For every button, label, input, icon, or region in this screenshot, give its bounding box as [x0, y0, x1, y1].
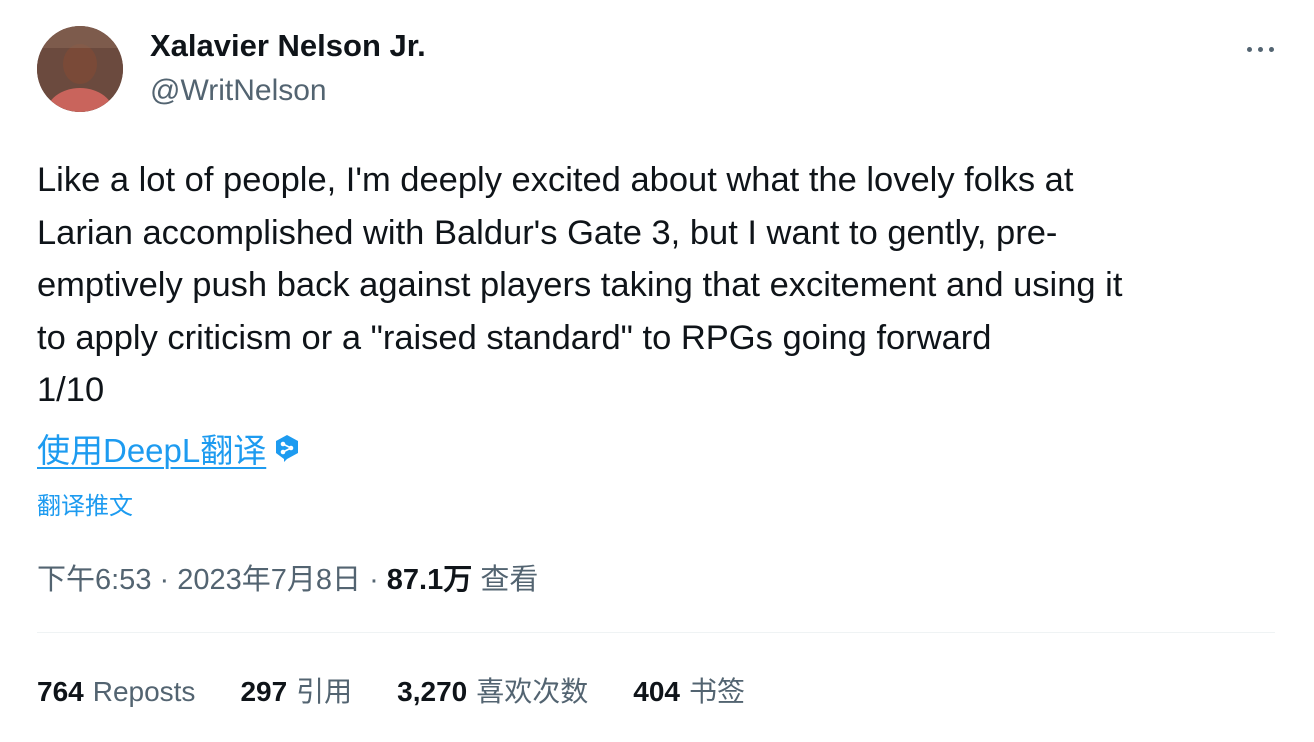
views-count[interactable]: 87.1万 — [387, 564, 472, 596]
tweet-card: Xalavier Nelson Jr. @WritNelson Like a l… — [0, 0, 1314, 742]
meta-separator: · — [159, 564, 178, 596]
likes-label: 喜欢次数 — [476, 676, 589, 707]
divider — [37, 632, 1275, 633]
deepl-translate-label[interactable]: 使用DeepL翻译 — [37, 424, 266, 472]
tweet-text-line: to apply criticism or a "raised standard… — [37, 318, 992, 357]
more-options-button[interactable] — [1238, 34, 1282, 64]
author-name[interactable]: Xalavier Nelson Jr. — [150, 28, 426, 64]
avatar[interactable] — [37, 26, 123, 112]
tweet-thread-counter: 1/10 — [37, 371, 105, 409]
more-dot-icon — [1268, 46, 1274, 52]
quotes-stat[interactable]: 297 引用 — [240, 670, 352, 710]
likes-count: 3,270 — [397, 676, 468, 707]
deepl-icon — [276, 435, 299, 462]
translate-post-link[interactable]: 翻译推文 — [37, 486, 133, 521]
reposts-count: 764 — [37, 676, 84, 707]
bookmarks-count: 404 — [633, 676, 680, 707]
reposts-label: Reposts — [92, 676, 196, 707]
meta-separator: · — [369, 564, 387, 596]
bookmarks-label: 书签 — [688, 676, 745, 707]
tweet-meta: 下午6:53 · 2023年7月8日 · 87.1万 查看 — [37, 556, 538, 598]
tweet-time[interactable]: 下午6:53 — [37, 564, 151, 596]
more-dot-icon — [1257, 46, 1263, 52]
more-dot-icon — [1246, 46, 1252, 52]
quotes-label: 引用 — [296, 676, 353, 707]
tweet-text: Like a lot of people, I'm deeply excited… — [37, 154, 1287, 417]
reposts-stat[interactable]: 764 Reposts — [37, 676, 195, 708]
engagement-stats: 764 Reposts 297 引用 3,270 喜欢次数 404 书签 — [37, 670, 745, 710]
author-handle[interactable]: @WritNelson — [150, 74, 327, 108]
likes-stat[interactable]: 3,270 喜欢次数 — [397, 670, 588, 710]
avatar-image — [37, 26, 123, 112]
tweet-text-line: Larian accomplished with Baldur's Gate 3… — [37, 213, 1058, 252]
bookmarks-stat[interactable]: 404 书签 — [633, 670, 745, 710]
deepl-translate-link[interactable]: 使用DeepL翻译 — [37, 424, 302, 472]
tweet-date[interactable]: 2023年7月8日 — [177, 564, 361, 596]
tweet-text-line: Like a lot of people, I'm deeply excited… — [37, 161, 1074, 199]
quotes-count: 297 — [240, 676, 288, 707]
views-label: 查看 — [480, 564, 539, 596]
tweet-text-line: emptively push back against players taki… — [37, 266, 1123, 304]
